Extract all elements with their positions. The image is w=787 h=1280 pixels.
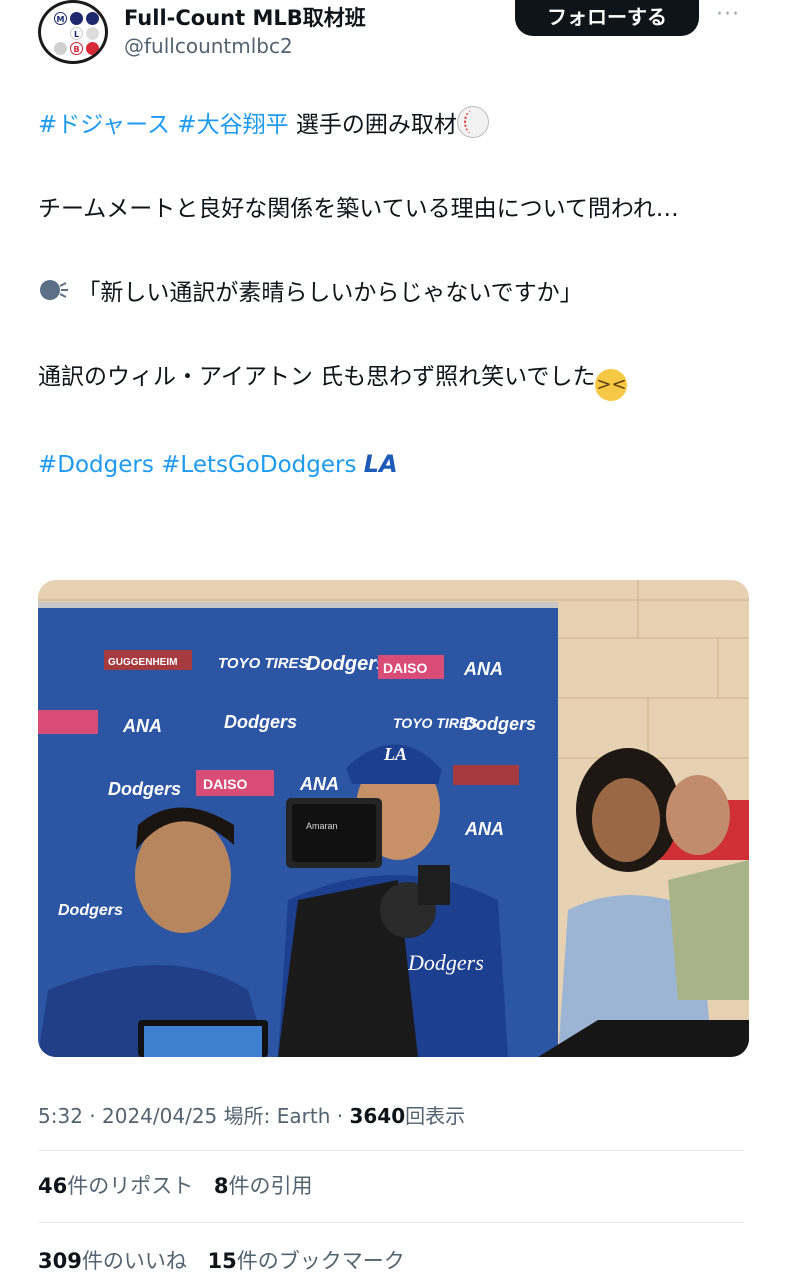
tweet-line-2: チームメートと良好な関係を築いている理由について問われ… [38,196,679,222]
meta-separator: · [336,1104,344,1128]
location-label: 場所: [223,1104,271,1128]
avatar-dot [70,12,83,25]
avatar-letter-l: L [70,27,83,40]
camera-light-label: Amaran [306,821,338,831]
tweet-line-4-text: 通訳のウィル・アイアトン 氏も思わず照れ笑いでした [38,364,596,390]
svg-text:Dodgers: Dodgers [58,902,123,919]
svg-text:ANA: ANA [122,716,162,736]
svg-text:ANA: ANA [299,774,339,794]
likes-stat[interactable]: 309件のいいね [38,1249,187,1273]
tweet-line-3: 「新しい通訳が素晴らしいからじゃないですか」 [38,272,750,314]
stats-row-likes: 309件のいいね 15件のブックマーク [38,1245,419,1275]
hashtag-letsgododgers[interactable]: #LetsGoDodgers [161,452,356,478]
tweet-date[interactable]: 2024/04/25 [102,1104,217,1128]
bookmarks-stat[interactable]: 15件のブックマーク [208,1249,405,1273]
tweet-line-1: #ドジャース #大谷翔平 選手の囲み取材 [38,104,750,146]
hashtag-dodgers[interactable]: #Dodgers [38,452,154,478]
svg-text:DAISO: DAISO [203,776,247,792]
avatar-dot [54,42,67,55]
tweet-header: M L B Full-Count MLB取材班 @fullcountmlbc2 … [38,0,750,66]
avatar-dot [86,42,99,55]
views-count: 3640 [349,1104,406,1128]
svg-text:Dodgers: Dodgers [108,779,181,799]
location-value[interactable]: Earth [277,1104,331,1128]
tweet-line-1-text: 選手の囲み取材 [295,112,457,138]
tweet-meta: 5:32 · 2024/04/25 場所: Earth · 3640回表示 [38,1100,465,1129]
backdrop-ana-logo: ANA [463,659,503,679]
avatar-dot [54,27,67,40]
baseball-icon [456,106,489,138]
laughing-face-icon: >< [595,369,628,401]
account-name[interactable]: Full-Count MLB取材班 [124,2,366,32]
avatar-letter-m: M [54,12,67,25]
tweet-line-3-text: 「新しい通訳が素晴らしいからじゃないですか」 [77,280,583,306]
account-handle[interactable]: @fullcountmlbc2 [124,34,293,58]
account-avatar[interactable]: M L B [38,0,108,64]
tweet-line-4: 通訳のウィル・アイアトン 氏も思わず照れ笑いでした>< [38,356,750,401]
backdrop-toyo-logo: TOYO TIRES [218,655,309,672]
tweet-photo[interactable]: Dodgers GUGGENHEIM TOYO TIRES DAISO ANA … [38,580,749,1057]
backdrop-guggenheim-logo: GUGGENHEIM [108,657,177,668]
tweet-line-5: #Dodgers #LetsGoDodgers LA [38,443,750,486]
svg-text:ANA: ANA [464,819,504,839]
stats-row-reposts: 46件のリポスト 8件の引用 [38,1170,327,1200]
reposts-stat[interactable]: 46件のリポスト [38,1174,193,1198]
more-options-icon[interactable]: ··· [716,2,740,27]
tweet-text: #ドジャース #大谷翔平 選手の囲み取材 チームメートと良好な関係を築いている理… [38,104,750,528]
svg-text:Dodgers: Dodgers [224,712,297,732]
hashtag-dodgers-jp[interactable]: #ドジャース [38,112,170,138]
avatar-dot [86,12,99,25]
jersey-text: Dodgers [407,950,484,975]
avatar-dot [86,27,99,40]
cap-logo: LA [383,744,407,764]
hashtag-ohtani[interactable]: #大谷翔平 [177,112,288,138]
svg-text:Dodgers: Dodgers [463,714,536,734]
divider [38,1222,743,1223]
backdrop-dodgers-logo: Dodgers [306,653,387,675]
backdrop-daiso-logo: DAISO [383,660,427,676]
follow-button[interactable]: フォローする [515,0,699,36]
speaking-head-icon [38,274,70,306]
press-conference-image: Dodgers GUGGENHEIM TOYO TIRES DAISO ANA … [38,580,749,1057]
views-label: 回表示 [405,1104,466,1128]
quotes-stat[interactable]: 8件の引用 [214,1174,313,1198]
avatar-letter-b: B [70,42,83,55]
meta-separator: · [89,1104,96,1128]
tweet-time[interactable]: 5:32 [38,1104,83,1128]
la-logo-icon: LA [363,450,398,478]
divider [38,1150,743,1151]
